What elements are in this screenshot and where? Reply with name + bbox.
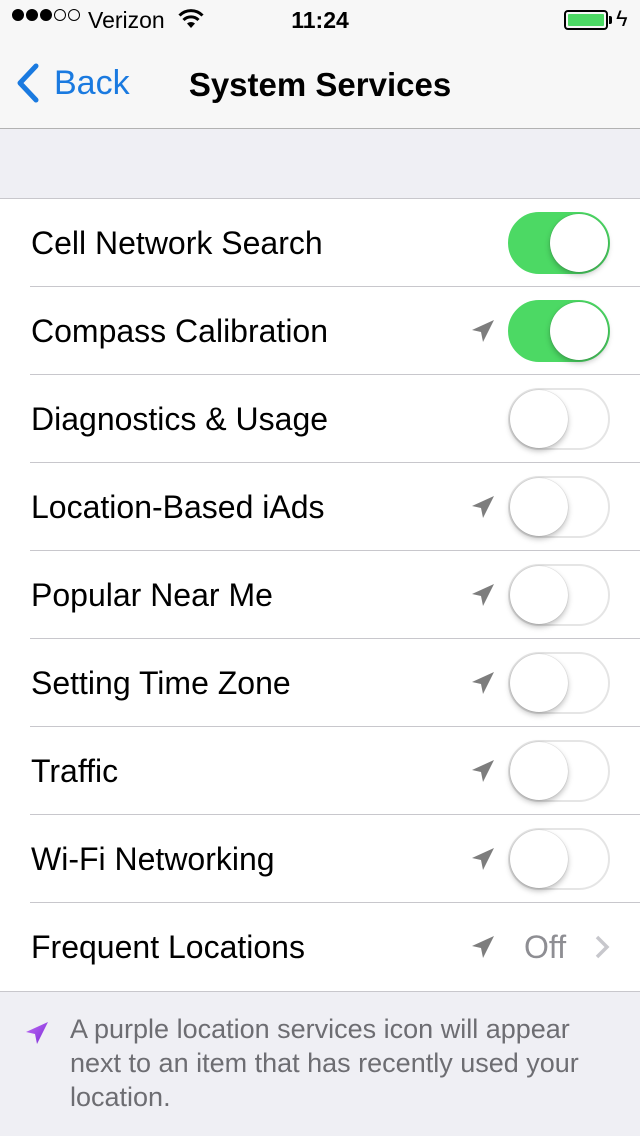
purple-location-arrow-icon	[26, 1022, 48, 1044]
toggle-cell-network-search[interactable]	[508, 212, 610, 274]
service-row: Traffic	[0, 727, 640, 815]
service-row: Wi-Fi Networking	[0, 815, 640, 903]
chevron-right-icon	[595, 935, 610, 959]
toggle-diagnostics-usage[interactable]	[508, 388, 610, 450]
status-bar: Verizon 11:24 ϟ	[0, 0, 640, 40]
navigation-bar: Back System Services	[0, 40, 640, 128]
location-arrow-icon	[472, 760, 494, 782]
toggle-popular-near-me[interactable]	[508, 564, 610, 626]
battery-tip	[609, 16, 612, 24]
service-label: Diagnostics & Usage	[31, 400, 329, 437]
toggle-traffic[interactable]	[508, 740, 610, 802]
frequent-locations-row[interactable]: Frequent Locations Off	[0, 903, 640, 991]
service-row: Setting Time Zone	[0, 639, 640, 727]
service-label: Popular Near Me	[31, 576, 273, 613]
location-arrow-icon	[472, 848, 494, 870]
top-bar: Verizon 11:24 ϟ Back System Services	[0, 0, 640, 129]
service-row: Popular Near Me	[0, 551, 640, 639]
location-arrow-icon	[472, 320, 494, 342]
service-label: Setting Time Zone	[31, 664, 291, 701]
toggle-compass-calibration[interactable]	[508, 300, 610, 362]
service-row: Compass Calibration	[0, 287, 640, 375]
footer-text: A purple location services icon will app…	[70, 1014, 579, 1112]
service-row: Diagnostics & Usage	[0, 375, 640, 463]
location-arrow-icon	[472, 936, 494, 958]
frequent-locations-value: Off	[524, 928, 567, 965]
service-label: Traffic	[31, 752, 119, 789]
service-row: Cell Network Search	[0, 199, 640, 287]
frequent-locations-label: Frequent Locations	[31, 928, 305, 965]
battery-icon	[564, 10, 608, 30]
page-title: System Services	[188, 66, 452, 103]
location-arrow-icon	[472, 672, 494, 694]
service-label: Wi-Fi Networking	[31, 840, 275, 877]
toggle-setting-time-zone[interactable]	[508, 652, 610, 714]
toggle-location-based-iads[interactable]	[508, 476, 610, 538]
system-services-list: Cell Network Search Compass Calibration …	[0, 198, 640, 992]
charging-icon: ϟ	[616, 6, 628, 31]
service-label: Cell Network Search	[31, 224, 323, 261]
location-arrow-icon	[472, 584, 494, 606]
service-row: Location-Based iAds	[0, 463, 640, 551]
location-arrow-icon	[472, 496, 494, 518]
clock: 11:24	[291, 7, 349, 33]
service-label: Compass Calibration	[31, 312, 329, 349]
service-label: Location-Based iAds	[31, 488, 325, 525]
toggle-wifi-networking[interactable]	[508, 828, 610, 890]
